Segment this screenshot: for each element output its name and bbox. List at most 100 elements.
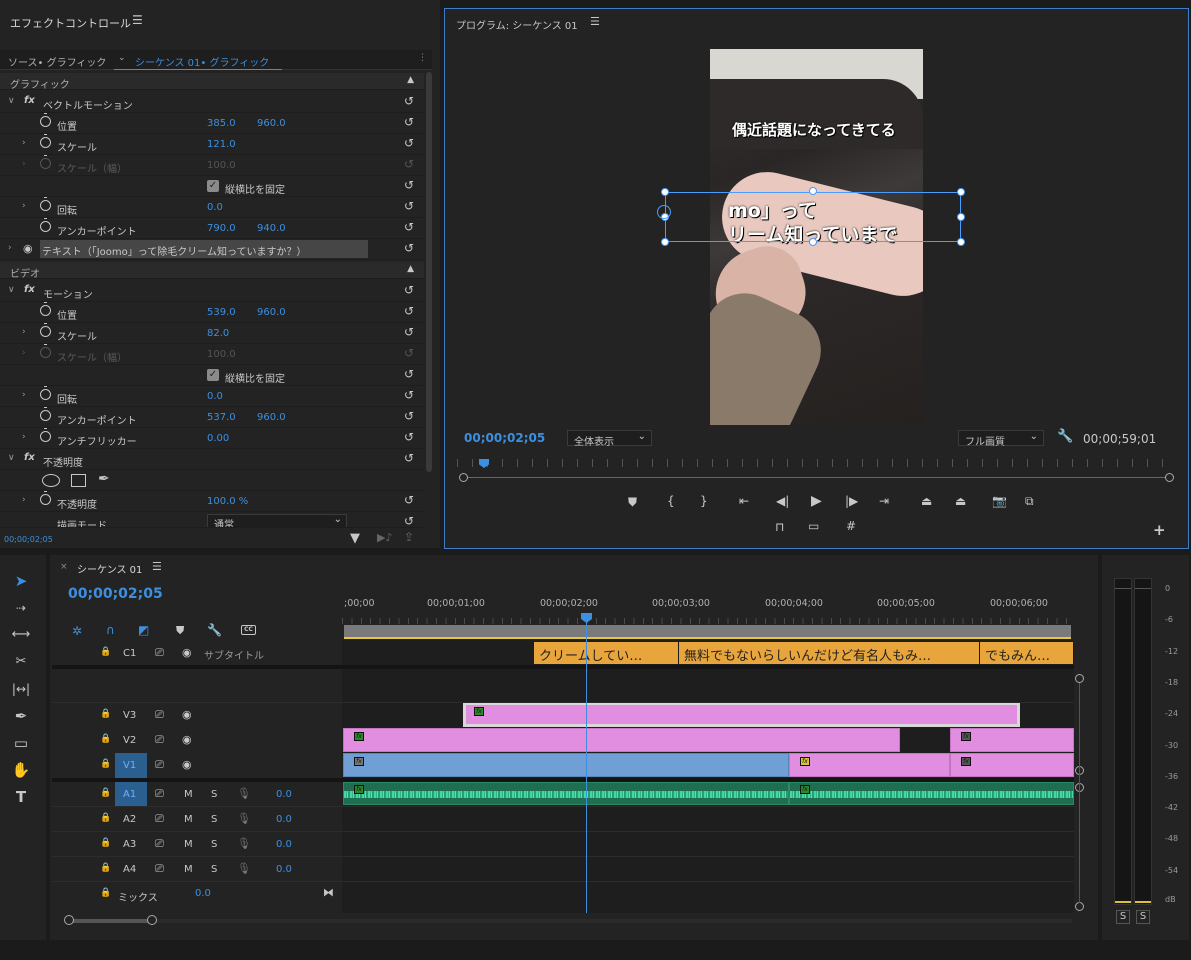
reset-icon[interactable]: ↺ <box>404 368 416 380</box>
reset-icon[interactable]: ↺ <box>404 116 416 128</box>
expand-chevron-icon[interactable]: › <box>22 201 26 211</box>
reset-icon[interactable]: ↺ <box>404 515 416 527</box>
solo-button[interactable]: S <box>211 814 217 825</box>
mix-toggle-icon[interactable]: ⧓ <box>323 886 334 899</box>
reset-icon[interactable]: ↺ <box>404 326 416 338</box>
effect-controls-title[interactable]: エフェクトコントロール <box>10 15 131 31</box>
reset-icon[interactable]: ↺ <box>404 452 416 464</box>
subtitle-clip[interactable]: クリームしてい… <box>534 642 679 664</box>
film-icon[interactable]: ⎚ <box>155 708 164 722</box>
position-x-value[interactable]: 539.0 <box>207 307 236 318</box>
bbox-handle[interactable] <box>661 238 669 246</box>
text-layer-row[interactable]: › ◉ テキスト（「Joomo」って除毛クリーム知っていますか？） ↺ <box>0 239 424 260</box>
panel-expand-icon[interactable]: ⋮ <box>418 53 427 63</box>
microphone-icon[interactable]: 🎙 <box>237 862 251 875</box>
compare-view-icon[interactable]: ⧉ <box>1025 494 1034 509</box>
add-button-icon[interactable]: + <box>1153 521 1166 539</box>
audio-clip[interactable] <box>789 782 1074 805</box>
position-x-value[interactable]: 385.0 <box>207 118 236 129</box>
video-clip[interactable] <box>343 728 900 752</box>
add-marker-icon[interactable]: ⛊ <box>176 624 184 638</box>
film-icon[interactable]: ⎚ <box>155 812 164 826</box>
anchor-y-value[interactable]: 960.0 <box>257 412 286 423</box>
export-icon[interactable]: ⇪ <box>404 530 414 544</box>
anchor-y-value[interactable]: 940.0 <box>257 223 286 234</box>
scroll-handle-left[interactable] <box>459 473 468 482</box>
anchor-x-value[interactable]: 537.0 <box>207 412 236 423</box>
opacity-section-row[interactable]: ∨ fx 不透明度 ↺ <box>0 449 424 470</box>
panel-menu-icon[interactable]: ☰ <box>590 15 600 28</box>
eye-icon[interactable]: ◉ <box>182 708 192 721</box>
mute-button[interactable]: M <box>184 864 193 875</box>
timeline-timecode[interactable]: 00;00;02;05 <box>68 586 163 602</box>
program-monitor-title[interactable]: プログラム: シーケンス 01 <box>456 17 578 32</box>
reset-icon[interactable]: ↺ <box>404 410 416 422</box>
antiflicker-value[interactable]: 0.00 <box>207 433 229 444</box>
reset-icon[interactable]: ↺ <box>404 431 416 443</box>
scroll-handle-left[interactable] <box>64 915 74 925</box>
selection-tool-icon[interactable]: ➤ <box>11 571 31 591</box>
stopwatch-icon[interactable] <box>40 428 51 442</box>
film-icon[interactable]: ⎚ <box>155 646 164 660</box>
expand-chevron-icon[interactable]: › <box>22 138 26 148</box>
mark-out-icon[interactable]: } <box>700 494 708 508</box>
lock-icon[interactable]: 🔒 <box>100 863 111 873</box>
blend-mode-select[interactable]: 通常 ⌄ <box>207 514 347 527</box>
tab-sequence[interactable]: シーケンス 01• グラフィック <box>135 54 269 69</box>
lock-icon[interactable]: 🔒 <box>100 647 111 657</box>
reset-icon[interactable]: ↺ <box>404 242 416 254</box>
track-volume[interactable]: 0.0 <box>276 864 292 875</box>
expand-chevron-icon[interactable]: › <box>8 243 12 253</box>
quality-select[interactable]: フル画質 ⌄ <box>958 430 1044 448</box>
lock-icon[interactable]: 🔒 <box>100 838 111 848</box>
scroll-handle-right[interactable] <box>1165 473 1174 482</box>
track-volume[interactable]: 0.0 <box>276 839 292 850</box>
rotation-value[interactable]: 0.0 <box>207 391 223 402</box>
reset-icon[interactable]: ↺ <box>404 284 416 296</box>
step-forward-icon[interactable]: |▶ <box>845 494 858 508</box>
microphone-icon[interactable]: 🎙 <box>237 837 251 850</box>
vector-motion-row[interactable]: ∨ fx ベクトルモーション ↺ <box>0 92 424 113</box>
graphic-section-header[interactable]: グラフィック ▲ <box>0 73 424 91</box>
uniform-scale-checkbox[interactable]: ✓ <box>207 180 219 192</box>
audio-scroll-handle[interactable] <box>1075 902 1084 911</box>
collapse-up-icon[interactable]: ▲ <box>407 264 414 274</box>
play-icon[interactable]: ▶ <box>811 493 822 509</box>
overlay-icon[interactable]: ▭ <box>808 519 819 533</box>
bbox-handle[interactable] <box>661 188 669 196</box>
tab-source[interactable]: ソース• グラフィック <box>8 54 106 69</box>
wrench-icon[interactable]: 🔧 <box>1057 429 1073 444</box>
solo-right-button[interactable]: S <box>1136 910 1150 924</box>
fx-icon[interactable]: fx <box>24 95 35 106</box>
selected-clip-outline[interactable] <box>463 702 1020 727</box>
snap-icon[interactable]: ∩ <box>106 623 115 637</box>
add-marker-icon[interactable]: ⛊ <box>628 495 637 510</box>
subtitle-clip[interactable]: 無料でもないらしいんだけど有名人もみ… <box>679 642 980 664</box>
audio-clip[interactable] <box>343 782 789 805</box>
mark-in-icon[interactable]: { <box>667 494 675 508</box>
track-a2-label[interactable]: A2 <box>123 814 136 825</box>
film-icon[interactable]: ⎚ <box>155 787 164 801</box>
microphone-icon[interactable]: 🎙 <box>237 812 251 825</box>
subtitle-clip[interactable]: でもみん… <box>980 642 1074 664</box>
motion-row[interactable]: ∨ fx モーション ↺ <box>0 281 424 302</box>
collapse-up-icon[interactable]: ▲ <box>407 75 414 85</box>
expand-chevron-icon[interactable]: › <box>22 432 26 442</box>
stopwatch-icon[interactable] <box>40 386 51 400</box>
eye-icon[interactable]: ◉ <box>182 646 192 659</box>
mute-button[interactable]: M <box>184 814 193 825</box>
chevron-down-icon[interactable]: ⌄ <box>118 53 126 63</box>
reset-icon[interactable]: ↺ <box>404 95 416 107</box>
wrench-icon[interactable]: 🔧 <box>207 623 222 637</box>
mute-button[interactable]: M <box>184 789 193 800</box>
ripple-edit-tool-icon[interactable]: ⟷ <box>11 625 31 645</box>
text-layer-label[interactable]: テキスト（「Joomo」って除毛クリーム知っていますか？） <box>40 240 368 258</box>
film-icon[interactable]: ⎚ <box>155 758 164 772</box>
microphone-icon[interactable]: 🎙 <box>237 787 251 800</box>
work-area-bar[interactable] <box>344 625 1071 637</box>
timeline-tab-title[interactable]: シーケンス 01 <box>77 561 142 576</box>
bbox-handle[interactable] <box>957 188 965 196</box>
mute-button[interactable]: M <box>184 839 193 850</box>
reset-icon[interactable]: ↺ <box>404 200 416 212</box>
stopwatch-icon[interactable] <box>40 218 51 232</box>
